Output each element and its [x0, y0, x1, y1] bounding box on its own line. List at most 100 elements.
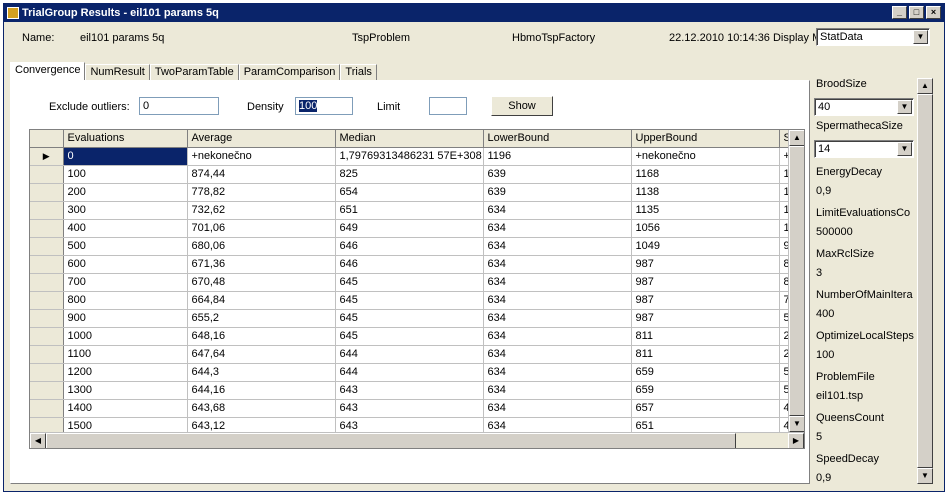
- table-cell[interactable]: 644,16: [187, 381, 336, 400]
- table-cell[interactable]: 643: [335, 399, 484, 418]
- table-cell[interactable]: 987: [631, 291, 780, 310]
- table-cell[interactable]: 680,06: [187, 237, 336, 256]
- table-row[interactable]: 800664,846456349877!: [30, 291, 799, 310]
- exclude-outliers-input[interactable]: 0: [139, 97, 219, 115]
- table-cell[interactable]: 645: [335, 327, 484, 346]
- table-cell[interactable]: 634: [483, 381, 632, 400]
- table-cell[interactable]: 500: [63, 237, 188, 256]
- table-cell[interactable]: 634: [483, 219, 632, 238]
- table-cell[interactable]: 671,36: [187, 255, 336, 274]
- table-cell[interactable]: 987: [631, 309, 780, 328]
- table-cell[interactable]: 300: [63, 201, 188, 220]
- table-cell[interactable]: 634: [483, 237, 632, 256]
- title-bar[interactable]: TrialGroup Results - eil101 params 5q _ …: [4, 4, 944, 22]
- table-row[interactable]: ▶ 0 +nekonečno 1,79769313486231 57E+308 1196…: [30, 147, 799, 166]
- table-cell[interactable]: 1135: [631, 201, 780, 220]
- density-input[interactable]: 100: [295, 97, 353, 115]
- table-cell[interactable]: 1200: [63, 363, 188, 382]
- col-header-average[interactable]: Average: [187, 130, 336, 148]
- table-cell[interactable]: 634: [483, 309, 632, 328]
- table-cell[interactable]: 700: [63, 273, 188, 292]
- table-cell[interactable]: 634: [483, 255, 632, 274]
- table-cell[interactable]: 647,64: [187, 345, 336, 364]
- table-cell[interactable]: 811: [631, 327, 780, 346]
- table-cell[interactable]: 1100: [63, 345, 188, 364]
- table-cell[interactable]: 657: [631, 399, 780, 418]
- grid-vscroll-thumb[interactable]: [789, 146, 804, 416]
- table-row[interactable]: 300732,6265163411351!: [30, 201, 799, 220]
- table-cell[interactable]: 600: [63, 255, 188, 274]
- table-cell[interactable]: 639: [483, 165, 632, 184]
- table-cell[interactable]: 646: [335, 255, 484, 274]
- table-cell[interactable]: 701,06: [187, 219, 336, 238]
- table-row[interactable]: 100874,4482563911681!: [30, 165, 799, 184]
- table-cell[interactable]: 0: [63, 147, 188, 166]
- display-mode-select[interactable]: StatData ▼: [816, 28, 930, 46]
- table-cell[interactable]: 634: [483, 399, 632, 418]
- table-cell[interactable]: 645: [335, 291, 484, 310]
- scroll-right-icon[interactable]: ▶: [788, 433, 804, 448]
- table-cell[interactable]: 732,62: [187, 201, 336, 220]
- table-row[interactable]: 400701,0664963410561': [30, 219, 799, 238]
- table-cell[interactable]: 651: [335, 201, 484, 220]
- table-cell[interactable]: 1138: [631, 183, 780, 202]
- row-header[interactable]: [30, 399, 64, 418]
- table-cell[interactable]: 634: [483, 345, 632, 364]
- table-row[interactable]: 1200644,36446346595,: [30, 363, 799, 382]
- table-row[interactable]: 200778,8265463911381!: [30, 183, 799, 202]
- table-cell[interactable]: 644,3: [187, 363, 336, 382]
- table-row[interactable]: 1000648,166456348112.: [30, 327, 799, 346]
- col-header-evaluations[interactable]: Evaluations: [63, 130, 188, 148]
- row-header[interactable]: [30, 201, 64, 220]
- row-header[interactable]: [30, 381, 64, 400]
- table-cell[interactable]: 634: [483, 273, 632, 292]
- row-header[interactable]: [30, 219, 64, 238]
- table-row[interactable]: 1100647,646446348112.: [30, 345, 799, 364]
- chevron-down-icon[interactable]: ▼: [897, 100, 912, 114]
- table-cell[interactable]: 1300: [63, 381, 188, 400]
- col-header-median[interactable]: Median: [335, 130, 484, 148]
- maximize-button[interactable]: □: [909, 6, 924, 19]
- table-cell[interactable]: 200: [63, 183, 188, 202]
- row-header[interactable]: [30, 183, 64, 202]
- tab-convergence[interactable]: Convergence: [10, 62, 86, 81]
- spermatheca-size-select[interactable]: 14 ▼: [814, 140, 914, 158]
- table-cell[interactable]: 649: [335, 219, 484, 238]
- minimize-button[interactable]: _: [892, 6, 907, 19]
- tab-numresult[interactable]: NumResult: [85, 64, 150, 80]
- table-cell[interactable]: 987: [631, 255, 780, 274]
- row-header[interactable]: [30, 255, 64, 274]
- row-header[interactable]: [30, 309, 64, 328]
- table-cell[interactable]: +nekonečno: [187, 147, 336, 166]
- chevron-down-icon[interactable]: ▼: [913, 30, 928, 44]
- table-cell[interactable]: 634: [483, 327, 632, 346]
- tab-paramcomparison[interactable]: ParamComparison: [238, 64, 341, 80]
- scroll-up-icon[interactable]: ▲: [789, 130, 804, 146]
- row-header[interactable]: [30, 273, 64, 292]
- chevron-down-icon[interactable]: ▼: [897, 142, 912, 156]
- table-cell[interactable]: 1196: [483, 147, 632, 166]
- table-cell[interactable]: 644: [335, 363, 484, 382]
- table-cell[interactable]: 1,79769313486231 57E+308: [335, 147, 484, 166]
- table-cell[interactable]: 100: [63, 165, 188, 184]
- table-cell[interactable]: 1000: [63, 327, 188, 346]
- table-cell[interactable]: 659: [631, 363, 780, 382]
- brood-size-select[interactable]: 40 ▼: [814, 98, 914, 116]
- table-cell[interactable]: +nekonečno: [631, 147, 780, 166]
- table-cell[interactable]: 655,2: [187, 309, 336, 328]
- table-cell[interactable]: 900: [63, 309, 188, 328]
- row-header[interactable]: ▶: [30, 147, 64, 166]
- table-row[interactable]: 600671,366466349878:: [30, 255, 799, 274]
- side-vscroll-thumb[interactable]: [917, 94, 933, 468]
- table-cell[interactable]: 634: [483, 363, 632, 382]
- table-cell[interactable]: 639: [483, 183, 632, 202]
- row-header[interactable]: [30, 345, 64, 364]
- table-cell[interactable]: 778,82: [187, 183, 336, 202]
- col-header-lowerbound[interactable]: LowerBound: [483, 130, 632, 148]
- table-cell[interactable]: 400: [63, 219, 188, 238]
- grid-hscroll-thumb[interactable]: [46, 433, 736, 448]
- table-cell[interactable]: 874,44: [187, 165, 336, 184]
- table-cell[interactable]: 1056: [631, 219, 780, 238]
- table-cell[interactable]: 811: [631, 345, 780, 364]
- scroll-left-icon[interactable]: ◀: [30, 433, 46, 448]
